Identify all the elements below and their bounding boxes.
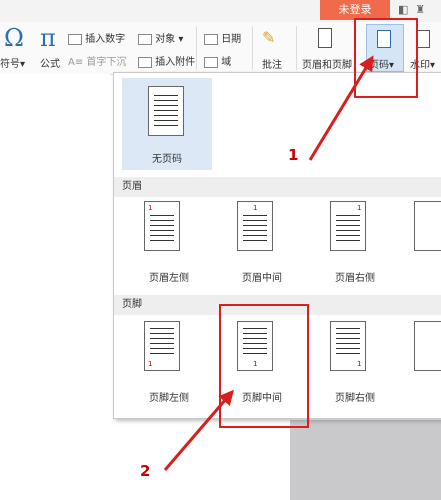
step2-arrow — [163, 389, 234, 471]
annotation-arrows — [163, 55, 374, 471]
step1-arrow — [308, 55, 374, 161]
